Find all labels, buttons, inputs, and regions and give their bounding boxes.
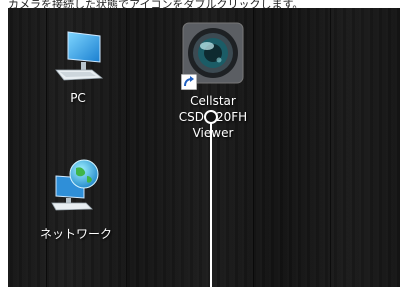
desktop: PC Cellstar CSD-120FH Viewer: [8, 8, 400, 287]
shortcut-arrow-icon: [181, 74, 197, 90]
callout-pointer-line: [210, 121, 212, 289]
viewer-label-line-1: Cellstar: [190, 94, 236, 108]
viewer-label-line-3: Viewer: [192, 126, 234, 140]
pc-label: PC: [70, 91, 86, 105]
callout-pointer-dot: [204, 110, 218, 124]
network-label: ネットワーク: [39, 227, 112, 241]
desktop-icon-network[interactable]: ネットワーク: [31, 156, 121, 242]
wood-plank-seam: [126, 8, 127, 287]
desktop-icon-pc[interactable]: PC: [38, 26, 118, 106]
pc-icon: [55, 31, 104, 81]
wood-plank-seam: [330, 8, 331, 287]
network-globe-icon: [51, 159, 99, 211]
